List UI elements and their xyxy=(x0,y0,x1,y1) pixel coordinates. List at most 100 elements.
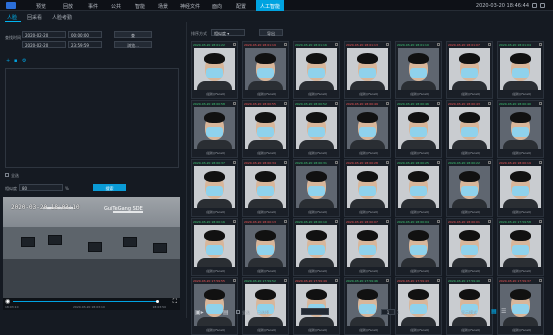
select-all-checkbox[interactable] xyxy=(5,173,9,177)
result-card[interactable]: 2020-03-20 18:01:22 (最新)(Face0) xyxy=(191,41,238,99)
list-view-icon[interactable]: ☰ xyxy=(501,308,506,315)
card-checkbox[interactable] xyxy=(488,43,491,46)
result-card[interactable]: 2020-03-20 18:00:22 (最新)(Face0) xyxy=(446,159,493,217)
nav-item[interactable]: 神经文件 xyxy=(180,3,200,10)
card-checkbox[interactable] xyxy=(335,220,338,223)
card-checkbox[interactable] xyxy=(488,279,491,282)
card-checkbox[interactable] xyxy=(539,43,542,46)
grid-view-icon[interactable]: ▦ xyxy=(491,308,497,315)
card-checkbox[interactable] xyxy=(386,279,389,282)
card-checkbox[interactable] xyxy=(233,43,236,46)
result-card[interactable]: 2020-03-20 18:00:25 (最新)(Face0) xyxy=(395,159,442,217)
result-card[interactable]: 2020-03-20 18:00:46 (最新)(Face0) xyxy=(395,100,442,158)
result-card[interactable]: 2020-03-20 18:00:37 (最新)(Face0) xyxy=(191,159,238,217)
card-checkbox[interactable] xyxy=(437,220,440,223)
card-checkbox[interactable] xyxy=(386,161,389,164)
play-icon[interactable]: ◉ xyxy=(5,298,10,305)
sort-select[interactable]: 相似度 ▾ xyxy=(211,29,245,36)
export-button[interactable]: 导出 xyxy=(259,29,283,36)
result-card[interactable]: 2020-03-20 18:00:28 (最新)(Face0) xyxy=(344,159,391,217)
page-current-input[interactable]: 1 xyxy=(381,309,395,315)
tab-face[interactable]: 人脸 xyxy=(7,14,17,21)
card-checkbox[interactable] xyxy=(437,279,440,282)
result-card[interactable]: 2020-03-20 18:00:31 (最新)(Face0) xyxy=(293,159,340,217)
next-page-icon[interactable]: › xyxy=(404,309,406,315)
menu-icon[interactable] xyxy=(540,3,545,8)
result-card[interactable]: 2020-03-20 18:00:19 (最新)(Face0) xyxy=(497,159,544,217)
result-card[interactable]: 2020-03-20 17:59:40 (最新)(Face0) xyxy=(446,277,493,335)
nav-item[interactable]: 预览 xyxy=(36,3,46,10)
result-card[interactable]: 2020-03-20 18:00:58 (最新)(Face0) xyxy=(191,100,238,158)
user-icon[interactable] xyxy=(532,3,537,8)
result-card[interactable]: 2020-03-20 18:01:10 (最新)(Face0) xyxy=(395,41,442,99)
result-card[interactable]: 2020-03-20 18:00:34 (最新)(Face0) xyxy=(242,159,289,217)
progress-knob[interactable] xyxy=(156,300,159,303)
result-card[interactable]: 2020-03-20 17:59:46 (最新)(Face0) xyxy=(344,277,391,335)
card-checkbox[interactable] xyxy=(539,102,542,105)
nav-item[interactable]: 人工智能 xyxy=(256,0,285,11)
face-library-list[interactable] xyxy=(5,68,179,168)
playback-progress[interactable] xyxy=(13,300,159,303)
query-button[interactable]: 查 xyxy=(114,31,152,38)
card-checkbox[interactable] xyxy=(284,102,287,105)
tab-playback[interactable]: 回采看 xyxy=(27,14,42,21)
save-icon[interactable]: ▤ xyxy=(223,309,229,316)
result-card[interactable]: 2020-03-20 18:01:16 (最新)(Face0) xyxy=(293,41,340,99)
nav-item[interactable]: 事件 xyxy=(88,3,98,10)
result-card[interactable]: 2020-03-20 18:00:55 (最新)(Face0) xyxy=(242,100,289,158)
card-checkbox[interactable] xyxy=(284,161,287,164)
nav-item[interactable]: 公共 xyxy=(111,3,121,10)
fullscreen-icon[interactable]: ⛶ xyxy=(173,298,177,306)
result-select-checkbox[interactable] xyxy=(236,310,240,314)
nav-item[interactable]: 场景 xyxy=(158,3,168,10)
last-page-icon[interactable]: » xyxy=(411,309,414,315)
first-page-icon[interactable]: « xyxy=(366,309,369,315)
start-date-input[interactable]: 2020-02-20 xyxy=(22,31,66,38)
card-checkbox[interactable] xyxy=(284,43,287,46)
card-checkbox[interactable] xyxy=(233,102,236,105)
result-card[interactable]: 2020-03-20 17:59:37 (最新)(Face0) xyxy=(497,277,544,335)
nav-item[interactable]: 配置 xyxy=(236,3,246,10)
result-card[interactable]: 2020-03-20 18:00:10 (最新)(Face0) xyxy=(293,218,340,276)
result-card[interactable]: 2020-03-20 18:01:19 (最新)(Face0) xyxy=(242,41,289,99)
card-checkbox[interactable] xyxy=(488,220,491,223)
result-card[interactable]: 2020-03-20 18:00:04 (最新)(Face0) xyxy=(395,218,442,276)
card-checkbox[interactable] xyxy=(233,279,236,282)
card-checkbox[interactable] xyxy=(386,102,389,105)
settings-icon[interactable]: ⚙ xyxy=(22,58,26,64)
result-card[interactable]: 2020-03-20 18:00:49 (最新)(Face0) xyxy=(344,100,391,158)
card-checkbox[interactable] xyxy=(386,220,389,223)
nav-item[interactable]: 智能 xyxy=(135,3,145,10)
card-checkbox[interactable] xyxy=(437,161,440,164)
end-date-input[interactable]: 2020-02-20 xyxy=(22,41,66,48)
result-card[interactable]: 2020-03-20 17:59:43 (最新)(Face0) xyxy=(395,277,442,335)
card-checkbox[interactable] xyxy=(335,102,338,105)
end-time-input[interactable]: 23:59:59 xyxy=(68,41,102,48)
nav-item[interactable]: 回放 xyxy=(63,3,73,10)
card-checkbox[interactable] xyxy=(284,220,287,223)
result-card[interactable]: 2020-03-20 18:00:40 (最新)(Face0) xyxy=(497,100,544,158)
delete-icon[interactable]: ▪ xyxy=(14,58,17,64)
card-checkbox[interactable] xyxy=(335,161,338,164)
result-card[interactable]: 2020-03-20 17:59:55 (最新)(Face0) xyxy=(191,277,238,335)
card-checkbox[interactable] xyxy=(539,220,542,223)
card-checkbox[interactable] xyxy=(386,43,389,46)
nav-item[interactable]: 面向 xyxy=(212,3,222,10)
search-button[interactable]: 搜索 xyxy=(93,184,126,191)
card-checkbox[interactable] xyxy=(335,279,338,282)
card-checkbox[interactable] xyxy=(539,279,542,282)
result-card[interactable]: 2020-03-20 18:00:13 (最新)(Face0) xyxy=(242,218,289,276)
result-card[interactable]: 2020-03-20 18:01:04 (最新)(Face0) xyxy=(497,41,544,99)
card-checkbox[interactable] xyxy=(437,43,440,46)
card-checkbox[interactable] xyxy=(284,279,287,282)
card-checkbox[interactable] xyxy=(437,102,440,105)
card-checkbox[interactable] xyxy=(335,43,338,46)
tab-face-attendance[interactable]: 人脸考勤 xyxy=(52,14,72,21)
result-card[interactable]: 2020-03-20 17:59:52 (最新)(Face0) xyxy=(242,277,289,335)
result-card[interactable]: 2020-03-20 18:00:07 (最新)(Face0) xyxy=(344,218,391,276)
similarity-input[interactable]: 80 xyxy=(19,184,63,191)
card-checkbox[interactable] xyxy=(539,161,542,164)
result-card[interactable]: 2020-03-20 18:00:52 (最新)(Face0) xyxy=(293,100,340,158)
result-card[interactable]: 2020-03-20 18:01:07 (最新)(Face0) xyxy=(446,41,493,99)
browse-button[interactable]: 浏览... xyxy=(114,41,152,48)
